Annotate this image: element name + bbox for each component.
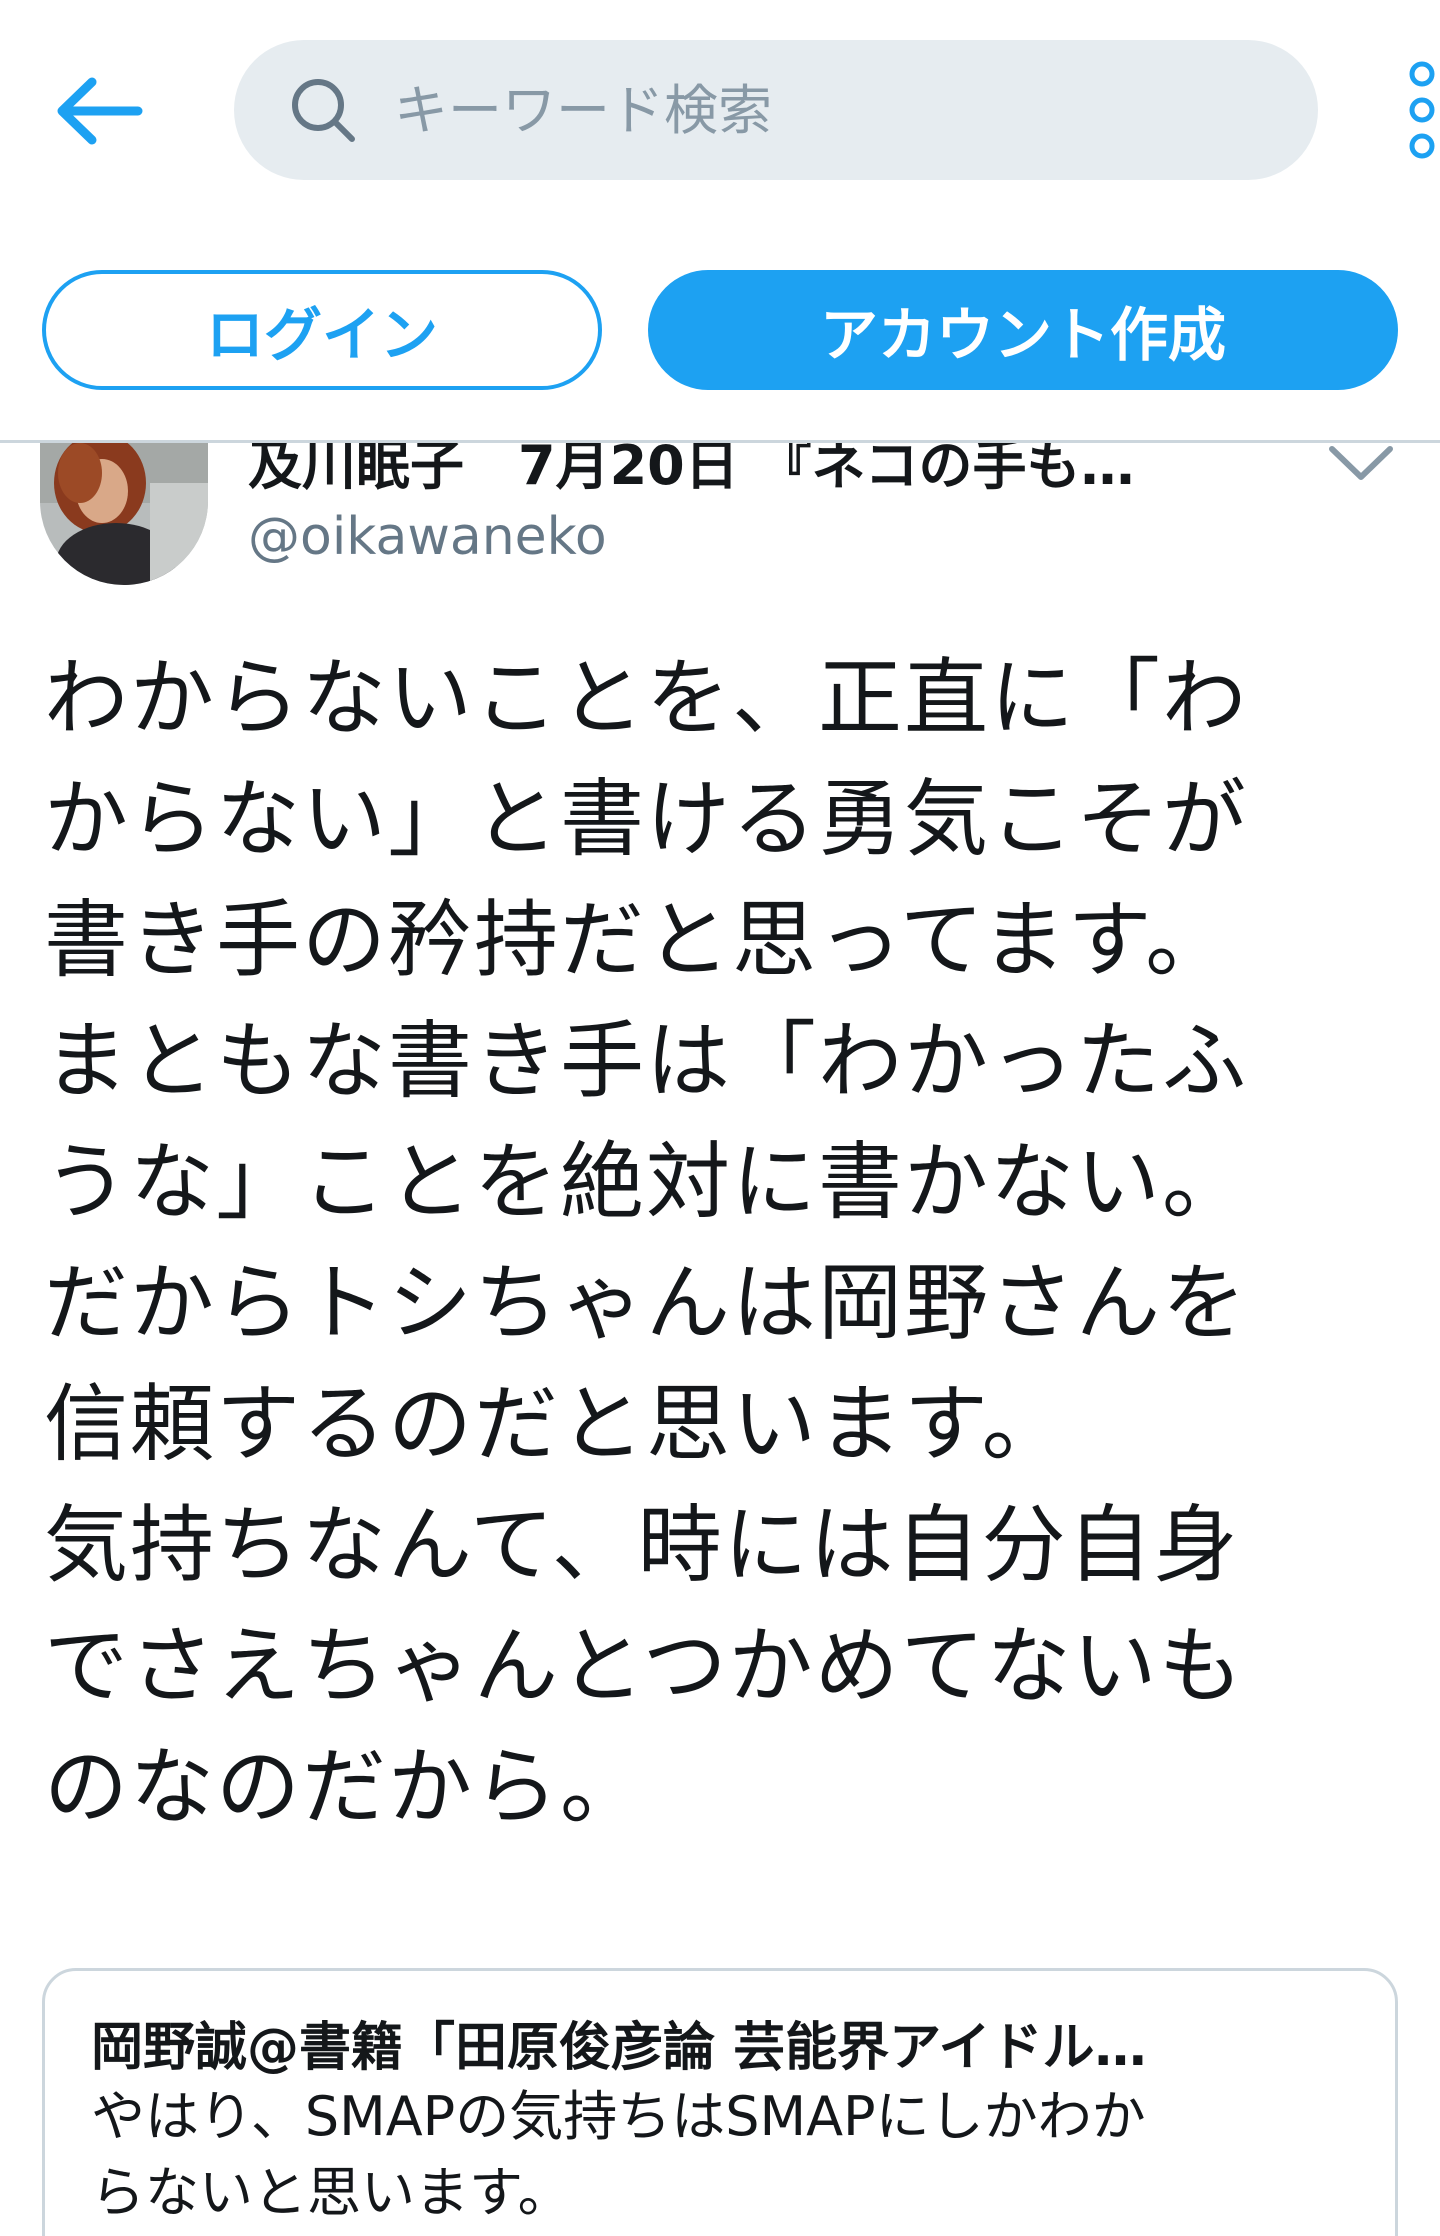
quoted-tweet-author: 岡野誠@書籍「田原俊彦論 芸能界アイドル… bbox=[91, 2018, 1147, 2078]
login-button[interactable]: ログイン bbox=[42, 270, 602, 390]
chevron-down-icon[interactable] bbox=[1326, 443, 1396, 489]
signup-button[interactable]: アカウント作成 bbox=[648, 270, 1398, 390]
back-button[interactable] bbox=[44, 66, 154, 156]
author-name[interactable]: 及川眠子 bbox=[248, 443, 464, 497]
search-icon bbox=[286, 73, 360, 147]
tweet-header: 及川眠子 7月20日 『ネコの手も… @oikawaneko bbox=[0, 443, 1440, 643]
tweet-author-line: 及川眠子 7月20日 『ネコの手も… bbox=[248, 443, 1248, 500]
search-box[interactable] bbox=[234, 40, 1318, 180]
tweet-date[interactable]: 7月20日 bbox=[518, 443, 739, 497]
vertical-ellipsis-icon[interactable] bbox=[1396, 60, 1440, 170]
author-tagline: 『ネコの手も… bbox=[757, 443, 1135, 497]
arrow-left-icon bbox=[57, 77, 143, 145]
tweet-text: わからないことを、正直に「わ からない」と書ける勇気こそが 書き手の矜持だと思っ… bbox=[44, 649, 1249, 1836]
author-handle[interactable]: @oikawaneko bbox=[248, 507, 607, 567]
quoted-tweet-card[interactable]: 岡野誠@書籍「田原俊彦論 芸能界アイドル… やはり、SMAPの気持ちはSMAPに… bbox=[42, 1968, 1398, 2236]
search-input[interactable] bbox=[394, 65, 1274, 155]
quoted-tweet-text: やはり、SMAPの気持ちはSMAPにしかわか らないと思います。 bbox=[91, 2085, 1146, 2224]
avatar[interactable] bbox=[40, 443, 208, 585]
page: ログイン アカウント作成 及川眠子 7月20日 『ネコの手も… @oikawane… bbox=[0, 0, 1440, 2236]
